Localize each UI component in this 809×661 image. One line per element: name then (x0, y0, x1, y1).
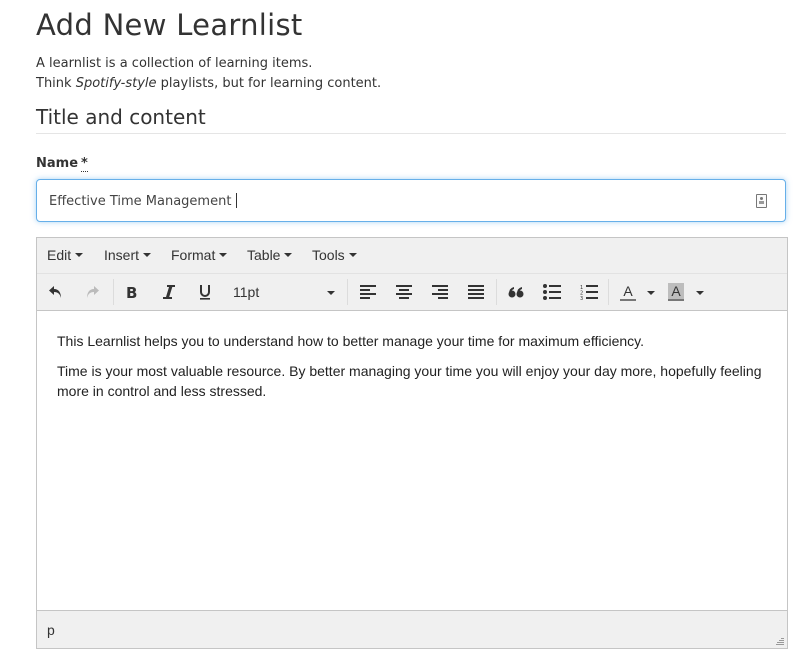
section-divider (36, 133, 786, 134)
chevron-down-icon (143, 253, 152, 257)
align-left-icon (360, 285, 376, 299)
editor-toolbar: B 11pt 1 2 3 A A (37, 274, 787, 311)
element-path[interactable]: p (47, 622, 55, 638)
editor-content-area[interactable]: This Learnlist helps you to understand h… (37, 311, 787, 610)
align-justify-icon (468, 285, 484, 299)
align-center-icon (396, 285, 412, 299)
font-size-value: 11pt (233, 284, 260, 300)
toolbar-separator (113, 279, 114, 305)
redo-icon (87, 286, 99, 298)
menu-edit[interactable]: Edit (47, 247, 84, 263)
chevron-down-icon (284, 253, 293, 257)
editor-statusbar: p (37, 610, 787, 648)
name-input-value[interactable]: Effective Time Management (49, 193, 238, 209)
page-title: Add New Learnlist (36, 8, 303, 42)
menu-format[interactable]: Format (171, 247, 228, 263)
toolbar-separator (347, 279, 348, 305)
bold-button[interactable]: B (121, 280, 143, 304)
toolbar-separator (608, 279, 609, 305)
bold-icon: B (126, 284, 137, 300)
menu-tools[interactable]: Tools (312, 247, 357, 263)
underline-icon (200, 285, 210, 300)
rich-text-editor: Edit Insert Format Table Tools B 11pt 1 … (36, 237, 788, 649)
toolbar-separator (496, 279, 497, 305)
align-center-button[interactable] (393, 280, 415, 304)
chevron-down-icon (348, 253, 357, 257)
italic-button[interactable] (158, 280, 180, 304)
chevron-down-icon[interactable] (696, 291, 704, 295)
align-right-button[interactable] (429, 280, 451, 304)
text-cursor (236, 193, 238, 208)
editor-menubar: Edit Insert Format Table Tools (37, 238, 787, 274)
menu-insert[interactable]: Insert (104, 247, 152, 263)
intro-line-1: A learnlist is a collection of learning … (36, 56, 313, 71)
align-right-icon (432, 285, 448, 299)
intro-text: A learnlist is a collection of learning … (36, 54, 381, 94)
content-paragraph: Time is your most valuable resource. By … (57, 363, 762, 399)
align-left-button[interactable] (357, 280, 379, 304)
background-color-icon: A (668, 283, 684, 301)
text-color-icon: A (620, 283, 636, 301)
undo-icon (49, 286, 61, 298)
align-justify-button[interactable] (465, 280, 487, 304)
resize-handle-icon[interactable] (776, 637, 784, 645)
content-paragraph: This Learnlist helps you to understand h… (57, 333, 644, 349)
numbered-list-button[interactable]: 123 (578, 280, 600, 304)
blockquote-icon (508, 287, 524, 298)
name-label: Name * (36, 156, 88, 172)
blockquote-button[interactable] (505, 280, 527, 304)
contact-card-icon[interactable] (756, 194, 767, 208)
section-title: Title and content (36, 105, 206, 129)
svg-text:3: 3 (580, 296, 583, 300)
required-marker: * (81, 156, 88, 172)
undo-button[interactable] (45, 280, 67, 304)
chevron-down-icon (219, 253, 228, 257)
numbered-list-icon: 123 (580, 285, 598, 300)
chevron-down-icon (75, 253, 84, 257)
chevron-down-icon (327, 291, 335, 295)
name-input[interactable]: Effective Time Management (36, 179, 786, 222)
italic-icon (163, 285, 175, 299)
menu-table[interactable]: Table (247, 247, 293, 263)
intro-line-2: Think Spotify-style playlists, but for l… (36, 76, 382, 91)
chevron-down-icon[interactable] (647, 291, 655, 295)
svg-text:B: B (126, 284, 137, 300)
underline-button[interactable] (194, 280, 216, 304)
redo-button[interactable] (81, 280, 103, 304)
intro-emphasis: Spotify-style (75, 76, 157, 91)
bullet-list-icon (543, 284, 561, 300)
bullet-list-button[interactable] (541, 280, 563, 304)
